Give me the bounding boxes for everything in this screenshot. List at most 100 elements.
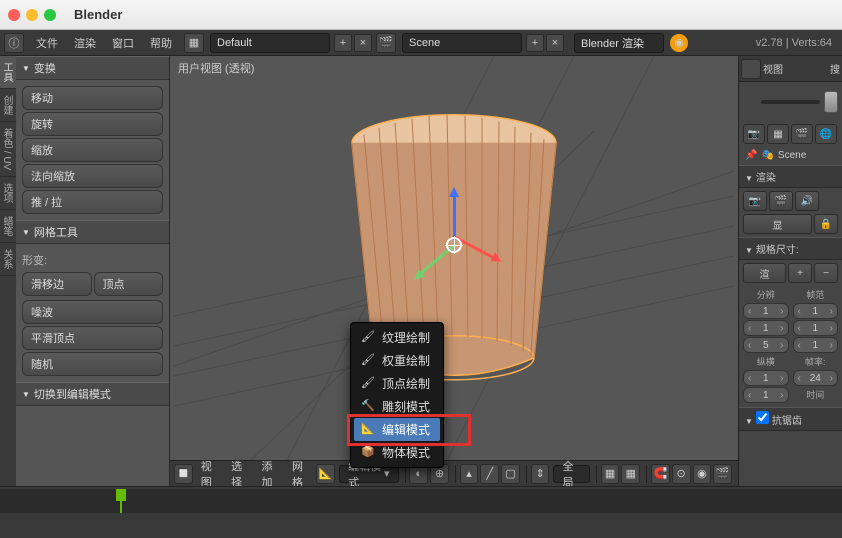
layout-remove-button[interactable]: × [354, 34, 372, 52]
res-y[interactable]: 1 [743, 320, 789, 336]
render-preview-icon[interactable]: 🎬 [713, 464, 732, 484]
time-label: 时间 [793, 388, 839, 401]
switch-mode-panel-header[interactable]: 切换到编辑模式 [16, 382, 169, 406]
top-menubar: ⓘ 文件 渲染 窗口 帮助 ▦ Default + × 🎬 Scene + × … [0, 30, 842, 56]
orientation-dropdown[interactable]: 全局 [553, 465, 589, 483]
aspect-label: 纵横 [743, 355, 789, 368]
vtab-create[interactable]: 创建 [0, 89, 16, 122]
push-pull-button[interactable]: 推 / 拉 [22, 190, 163, 214]
randomize-button[interactable]: 随机 [22, 352, 163, 376]
minimize-button[interactable] [26, 9, 38, 21]
res-pct[interactable]: 5 [743, 337, 789, 353]
scene-name: Scene [778, 150, 806, 161]
vp-menu-select[interactable]: 选择 [225, 458, 255, 487]
timeline-track[interactable] [0, 489, 842, 513]
vtab-shading[interactable]: 着色 / UV [0, 122, 16, 177]
mode-sculpt[interactable]: 🔨雕刻模式 [354, 395, 440, 418]
mode-texture-paint[interactable]: 🖌纹理绘制 [354, 326, 440, 349]
render-anim-button[interactable]: 🎬 [769, 191, 793, 211]
aa-panel-header[interactable]: 抗锯齿 [739, 407, 842, 431]
aspect-y[interactable]: 1 [743, 387, 789, 403]
gizmo-z-axis[interactable] [453, 190, 456, 240]
transform-panel-header[interactable]: 变换 [16, 56, 169, 80]
3d-viewport[interactable]: 用户视图 (透视) [170, 56, 738, 486]
scroll-slider[interactable] [739, 82, 842, 122]
mode-icon[interactable]: 📐 [316, 464, 335, 484]
vertex-select-icon[interactable]: ▴ [460, 464, 479, 484]
vertex-button[interactable]: 顶点 [94, 272, 164, 296]
vp-menu-view[interactable]: 视图 [195, 458, 225, 487]
mode-vertex-paint[interactable]: 🖌顶点绘制 [354, 372, 440, 395]
smooth-vertex-button[interactable]: 平滑顶点 [22, 326, 163, 350]
vp-menu-add[interactable]: 添加 [256, 458, 286, 487]
edit-icon: 📐 [360, 422, 376, 438]
vtab-grease[interactable]: 蜡笔 [0, 210, 16, 243]
layers-icon[interactable]: ▦ [601, 464, 620, 484]
menu-window[interactable]: 窗口 [104, 35, 142, 51]
editor-type-icon[interactable]: 🔲 [174, 464, 193, 484]
layout-add-button[interactable]: + [334, 34, 352, 52]
render-still-button[interactable]: 📷 [743, 191, 767, 211]
vtab-relations[interactable]: 关系 [0, 243, 16, 276]
vtab-tools[interactable]: 工具 [0, 56, 16, 89]
pin-icon[interactable]: 📌 [745, 150, 757, 161]
res-x[interactable]: 1 [743, 303, 789, 319]
frame-end[interactable]: 1 [793, 320, 839, 336]
prop-layers-icon[interactable]: ▦ [767, 124, 789, 144]
lock-icon[interactable]: 🔒 [814, 214, 838, 234]
face-select-icon[interactable]: ▢ [501, 464, 520, 484]
aa-checkbox[interactable] [756, 411, 769, 424]
vtab-options[interactable]: 选项 [0, 177, 16, 210]
menu-file[interactable]: 文件 [28, 35, 66, 51]
scene-selector[interactable]: Scene [402, 33, 522, 53]
manipulator-icon[interactable]: ⇕ [531, 464, 550, 484]
normal-scale-button[interactable]: 法向缩放 [22, 164, 163, 188]
preset-remove[interactable]: − [814, 263, 838, 283]
scene-remove-button[interactable]: × [546, 34, 564, 52]
outliner-editor-icon[interactable] [741, 59, 761, 79]
translate-button[interactable]: 移动 [22, 86, 163, 110]
scene-add-button[interactable]: + [526, 34, 544, 52]
frame-step[interactable]: 1 [793, 337, 839, 353]
render-audio-button[interactable]: 🔊 [795, 191, 819, 211]
snap-target-icon[interactable]: ⊙ [672, 464, 691, 484]
rotate-button[interactable]: 旋转 [22, 112, 163, 136]
editor-type-icon[interactable]: ⓘ [4, 33, 24, 53]
menu-render[interactable]: 渲染 [66, 35, 104, 51]
meshtools-panel-header[interactable]: 网格工具 [16, 220, 169, 244]
snap-icon[interactable]: 🧲 [651, 464, 670, 484]
edge-select-icon[interactable]: ╱ [480, 464, 499, 484]
layout-selector[interactable]: Default [210, 33, 330, 53]
edge-slide-button[interactable]: 滑移边 [22, 272, 92, 296]
timeline-editor[interactable] [0, 486, 842, 536]
mode-edit[interactable]: 📐编辑模式 [354, 418, 440, 441]
brush-icon: 🖌 [360, 330, 376, 346]
preset-add[interactable]: + [788, 263, 812, 283]
prop-world-icon[interactable]: 🌐 [815, 124, 837, 144]
display-mode[interactable]: 显 [743, 214, 812, 234]
vp-menu-mesh[interactable]: 网格 [286, 458, 316, 487]
scene-icon[interactable]: 🎬 [376, 33, 396, 53]
aspect-x[interactable]: 1 [743, 370, 789, 386]
render-engine-selector[interactable]: Blender 渲染 [574, 33, 664, 53]
mode-weight-paint[interactable]: 🖌权重绘制 [354, 349, 440, 372]
timeline-playhead[interactable] [120, 489, 122, 513]
layers-icon[interactable]: ▦ [621, 464, 640, 484]
preset-dropdown[interactable]: 渲 [743, 263, 786, 283]
render-panel-header[interactable]: 渲染 [739, 165, 842, 188]
scale-button[interactable]: 缩放 [22, 138, 163, 162]
prop-scene-icon[interactable]: 🎬 [791, 124, 813, 144]
fps-field[interactable]: 24 [793, 370, 839, 386]
dimensions-panel-header[interactable]: 规格尺寸: [739, 237, 842, 260]
maximize-button[interactable] [44, 9, 56, 21]
search-label[interactable]: 搜 [830, 61, 840, 76]
frame-start[interactable]: 1 [793, 303, 839, 319]
close-button[interactable] [8, 9, 20, 21]
gizmo-center[interactable] [446, 237, 462, 253]
prop-edit-icon[interactable]: ◉ [693, 464, 712, 484]
menu-help[interactable]: 帮助 [142, 35, 180, 51]
layout-icon[interactable]: ▦ [184, 33, 204, 53]
mode-object[interactable]: 📦物体模式 [354, 441, 440, 464]
prop-render-icon[interactable]: 📷 [743, 124, 765, 144]
noise-button[interactable]: 噪波 [22, 300, 163, 324]
